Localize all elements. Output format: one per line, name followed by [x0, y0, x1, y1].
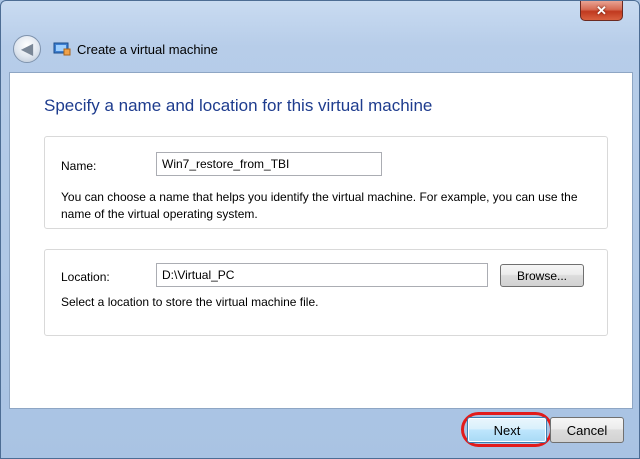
location-group: Location: D:\Virtual_PC Browse... Select…	[44, 249, 608, 336]
location-field[interactable]: D:\Virtual_PC	[156, 263, 488, 287]
cancel-button-label: Cancel	[566, 422, 608, 438]
name-field[interactable]: Win7_restore_from_TBI	[156, 152, 382, 176]
wizard-header: ◀ Create a virtual machine	[9, 31, 633, 71]
wizard-content: Specify a name and location for this vir…	[9, 72, 633, 409]
cancel-button[interactable]: Cancel	[550, 417, 624, 443]
next-button[interactable]: Next	[467, 417, 547, 443]
close-button[interactable]: ✕	[580, 1, 623, 21]
name-label: Name:	[61, 159, 97, 173]
window-frame: ✕ ◀ Create a virtual machine Specify a n…	[0, 0, 640, 459]
name-description: You can choose a name that helps you ide…	[61, 190, 578, 221]
location-description: Select a location to store the virtual m…	[61, 295, 319, 309]
browse-button-label: Browse...	[516, 268, 567, 283]
location-label: Location:	[61, 270, 110, 284]
window-title: Create a virtual machine	[77, 42, 218, 57]
back-button[interactable]: ◀	[13, 35, 41, 63]
back-arrow-icon: ◀	[20, 41, 34, 58]
close-icon: ✕	[596, 2, 607, 18]
page-title: Specify a name and location for this vir…	[44, 96, 433, 115]
name-group: Name: Win7_restore_from_TBI You can choo…	[44, 136, 608, 229]
next-button-label: Next	[493, 422, 521, 438]
virtual-pc-icon	[53, 42, 71, 56]
wizard-footer: Next Cancel	[9, 409, 633, 458]
browse-button[interactable]: Browse...	[500, 264, 584, 287]
